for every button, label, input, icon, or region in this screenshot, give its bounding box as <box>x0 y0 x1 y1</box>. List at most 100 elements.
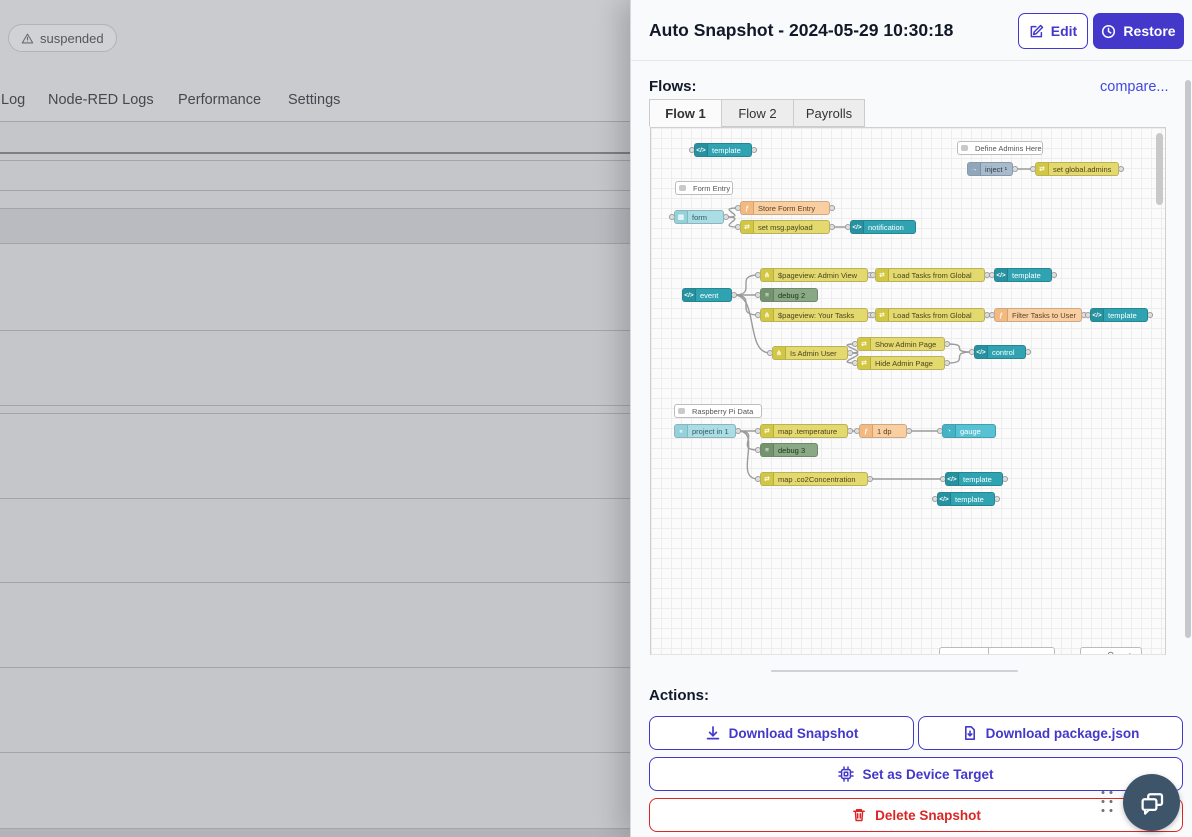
file-download-icon <box>962 725 978 741</box>
comment-icon <box>675 405 688 417</box>
flow-node-label: form <box>688 213 711 222</box>
snapshot-panel: Auto Snapshot - 2024-05-29 10:30:18 Edit… <box>630 0 1192 837</box>
code-icon: </> <box>938 493 951 505</box>
edit-button[interactable]: Edit <box>1018 13 1088 49</box>
comment-icon <box>958 142 971 154</box>
flow-viewer-vertical-scrollbar[interactable] <box>1156 133 1163 205</box>
flow-node-label: map .co2Concentration <box>774 475 860 484</box>
set-device-target-button[interactable]: Set as Device Target <box>649 757 1183 791</box>
flow-node-func_filter: ƒFilter Tasks to User <box>994 308 1082 322</box>
flow-node-switch_admin_view: ⋔$pageview: Admin View <box>760 268 868 282</box>
nav-item-nodered-logs[interactable]: Node-RED Logs <box>48 92 154 108</box>
flow-tabs: Flow 1 Flow 2 Payrolls <box>649 99 865 127</box>
shuffle-icon: ⇄ <box>858 338 871 350</box>
flow-node-notification: </>notification <box>850 220 916 234</box>
tab-flow-2[interactable]: Flow 2 <box>721 99 793 127</box>
flow-node-label: event <box>696 291 722 300</box>
code-icon: </> <box>995 269 1008 281</box>
shuffle-icon: ⇄ <box>876 309 889 321</box>
shuffle-icon: ⇄ <box>761 425 774 437</box>
edit-button-label: Edit <box>1051 23 1077 39</box>
link-in-icon: « <box>675 425 688 437</box>
background-table-row-divider <box>0 152 631 154</box>
flow-node-label: Store Form Entry <box>754 204 819 213</box>
status-badge-suspended: suspended <box>8 24 117 52</box>
fork-icon: ⋔ <box>761 269 774 281</box>
background-table-row-divider <box>0 160 631 161</box>
code-icon: </> <box>975 346 988 358</box>
tab-flow-1[interactable]: Flow 1 <box>649 99 721 127</box>
flow-node-switch_is_admin: ⋔Is Admin User <box>772 346 848 360</box>
flow-node-label: set global.admins <box>1049 165 1115 174</box>
flow-node-control: </>control <box>974 345 1026 359</box>
download-package-json-label: Download package.json <box>986 726 1140 741</box>
flow-node-label: 1 dp <box>873 427 896 436</box>
flow-node-label: map .temperature <box>774 427 841 436</box>
background-table-row-divider <box>0 413 631 414</box>
magnifier-icon: ⚲ <box>1107 651 1114 655</box>
gauge-icon: ◔ <box>943 425 956 437</box>
restore-button-label: Restore <box>1123 23 1175 39</box>
shuffle-icon: ⇄ <box>761 473 774 485</box>
widget-drag-handle[interactable] <box>1099 788 1115 812</box>
arrow-icon: → <box>968 163 981 175</box>
compare-link[interactable]: compare... <box>1100 79 1169 95</box>
download-snapshot-button[interactable]: Download Snapshot <box>649 716 914 750</box>
flow-node-label: template <box>951 495 988 504</box>
comment-icon <box>676 182 689 194</box>
flow-node-change_co2: ⇄map .co2Concentration <box>760 472 868 486</box>
flow-viewer-zoom-controls-clipped[interactable]: ⚲ + <box>1080 647 1142 655</box>
restore-button[interactable]: Restore <box>1093 13 1184 49</box>
fork-icon: ⋔ <box>773 347 786 359</box>
flow-node-label: Show Admin Page <box>871 340 940 349</box>
flow-viewer-toolbar-clipped[interactable] <box>939 647 1055 655</box>
flow-node-label: inject ¹ <box>981 165 1011 174</box>
download-package-json-button[interactable]: Download package.json <box>918 716 1183 750</box>
pencil-icon <box>1029 24 1044 39</box>
flow-node-comment_admins: Define Admins Here <box>957 141 1043 155</box>
warning-icon <box>21 32 34 45</box>
flow-node-label: template <box>1104 311 1141 320</box>
function-icon: ƒ <box>995 309 1008 321</box>
flow-node-label: Define Admins Here <box>971 144 1043 153</box>
lines-icon: ≡ <box>761 289 774 301</box>
nav-item-settings[interactable]: Settings <box>288 92 340 108</box>
nav-item-performance[interactable]: Performance <box>178 92 261 108</box>
trash-icon <box>851 807 867 823</box>
flow-node-debug2: ≡debug 2 <box>760 288 818 302</box>
shuffle-icon: ⇄ <box>876 269 889 281</box>
panel-scrollbar[interactable] <box>1185 80 1191 638</box>
flow-node-label: template <box>708 146 745 155</box>
flow-wires <box>651 128 1166 655</box>
background-table-row-divider <box>0 498 631 499</box>
shuffle-icon: ⇄ <box>1036 163 1049 175</box>
nav-item-log[interactable]: Log <box>1 92 25 108</box>
background-table-row-divider <box>0 190 631 191</box>
background-table-row-divider <box>0 330 631 331</box>
flow-node-label: Form Entry <box>689 184 733 193</box>
code-icon: </> <box>695 144 708 156</box>
code-icon: </> <box>946 473 959 485</box>
chat-icon <box>1137 788 1167 818</box>
flow-viewer-horizontal-scrollbar[interactable] <box>771 670 1018 672</box>
badge-label: suspended <box>40 31 104 46</box>
page-title: Auto Snapshot - 2024-05-29 10:30:18 <box>649 0 953 61</box>
background-table-selected-row <box>0 208 631 243</box>
set-device-target-label: Set as Device Target <box>862 767 993 782</box>
flow-node-switch_your_tasks: ⋔$pageview: Your Tasks <box>760 308 868 322</box>
background-footer-strip <box>0 829 631 837</box>
flow-canvas[interactable]: </>templateForm Entry▤formƒStore Form En… <box>650 127 1166 655</box>
flow-node-gauge: ◔gauge <box>942 424 996 438</box>
flow-node-func_1dp: ƒ1 dp <box>859 424 907 438</box>
tab-payrolls[interactable]: Payrolls <box>793 99 865 127</box>
chat-widget-button[interactable] <box>1123 774 1180 831</box>
flow-node-change_load2: ⇄Load Tasks from Global <box>875 308 985 322</box>
function-icon: ƒ <box>741 202 754 214</box>
code-icon: </> <box>851 221 864 233</box>
function-icon: ƒ <box>860 425 873 437</box>
actions-section-label: Actions: <box>649 687 709 704</box>
code-icon: </> <box>683 289 696 301</box>
flow-node-comment_rpi: Raspberry Pi Data <box>674 404 762 418</box>
flow-node-label: Hide Admin Page <box>871 359 937 368</box>
flow-node-label: notification <box>864 223 908 232</box>
